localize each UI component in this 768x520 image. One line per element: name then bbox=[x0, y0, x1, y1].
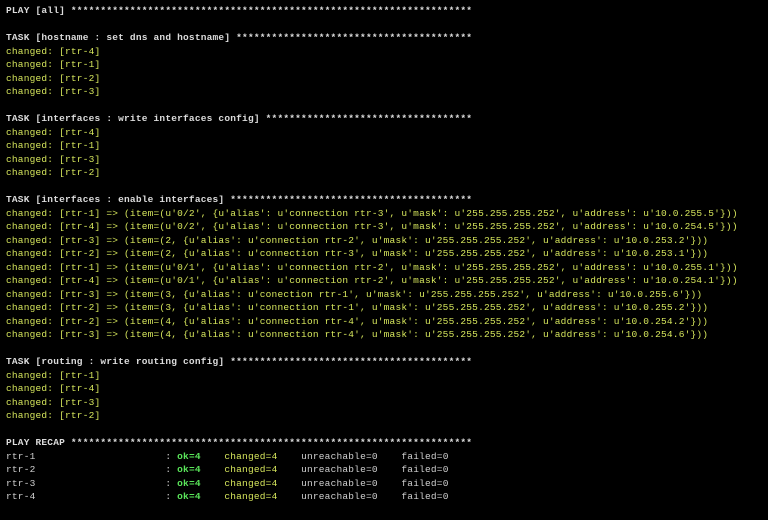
recap-host: rtr-2 bbox=[6, 464, 36, 475]
task-line: changed: [rtr-2] bbox=[6, 167, 100, 178]
recap-unreachable: unreachable=0 bbox=[301, 451, 378, 462]
recap-row: rtr-1 : ok=4 changed=4 unreachable=0 fai… bbox=[6, 451, 449, 462]
recap-failed: failed=0 bbox=[401, 464, 448, 475]
recap-failed: failed=0 bbox=[401, 478, 448, 489]
task-line: changed: [rtr-3] bbox=[6, 154, 100, 165]
task-line: changed: [rtr-4] bbox=[6, 46, 100, 57]
recap-changed: changed=4 bbox=[224, 451, 277, 462]
task-line: changed: [rtr-4] bbox=[6, 127, 100, 138]
recap-host: rtr-4 bbox=[6, 491, 36, 502]
task-line: changed: [rtr-1] bbox=[6, 370, 100, 381]
task-line: changed: [rtr-2] => (item=(4, {u'alias':… bbox=[6, 316, 708, 327]
recap-ok: ok=4 bbox=[177, 491, 201, 502]
task-line: changed: [rtr-2] => (item=(3, {u'alias':… bbox=[6, 302, 708, 313]
play-header: PLAY [all] *****************************… bbox=[6, 5, 472, 16]
recap-unreachable: unreachable=0 bbox=[301, 464, 378, 475]
task-line: changed: [rtr-3] => (item=(2, {u'alias':… bbox=[6, 235, 708, 246]
task-line: changed: [rtr-1] => (item=(u'0/1', {u'al… bbox=[6, 262, 738, 273]
task-header: TASK [interfaces : enable interfaces] **… bbox=[6, 194, 472, 205]
recap-unreachable: unreachable=0 bbox=[301, 491, 378, 502]
task-line: changed: [rtr-3] bbox=[6, 86, 100, 97]
task-header: TASK [routing : write routing config] **… bbox=[6, 356, 472, 367]
task-line: changed: [rtr-2] bbox=[6, 73, 100, 84]
recap-failed: failed=0 bbox=[401, 451, 448, 462]
task-line: changed: [rtr-4] => (item=(u'0/2', {u'al… bbox=[6, 221, 738, 232]
recap-row: rtr-3 : ok=4 changed=4 unreachable=0 fai… bbox=[6, 478, 449, 489]
recap-ok: ok=4 bbox=[177, 464, 201, 475]
task-line: changed: [rtr-2] bbox=[6, 410, 100, 421]
recap-failed: failed=0 bbox=[401, 491, 448, 502]
task-line: changed: [rtr-3] => (item=(3, {u'alias':… bbox=[6, 289, 702, 300]
task-line: changed: [rtr-2] => (item=(2, {u'alias':… bbox=[6, 248, 708, 259]
task-line: changed: [rtr-3] => (item=(4, {u'alias':… bbox=[6, 329, 708, 340]
task-line: changed: [rtr-3] bbox=[6, 397, 100, 408]
terminal-output: PLAY [all] *****************************… bbox=[0, 0, 768, 508]
task-header: TASK [hostname : set dns and hostname] *… bbox=[6, 32, 472, 43]
recap-changed: changed=4 bbox=[224, 478, 277, 489]
task-line: changed: [rtr-1] => (item=(u'0/2', {u'al… bbox=[6, 208, 738, 219]
recap-host: rtr-1 bbox=[6, 451, 36, 462]
recap-host: rtr-3 bbox=[6, 478, 36, 489]
recap-header: PLAY RECAP *****************************… bbox=[6, 437, 472, 448]
recap-ok: ok=4 bbox=[177, 478, 201, 489]
task-header: TASK [interfaces : write interfaces conf… bbox=[6, 113, 472, 124]
task-line: changed: [rtr-4] => (item=(u'0/1', {u'al… bbox=[6, 275, 738, 286]
task-line: changed: [rtr-1] bbox=[6, 140, 100, 151]
task-line: changed: [rtr-1] bbox=[6, 59, 100, 70]
recap-changed: changed=4 bbox=[224, 491, 277, 502]
recap-changed: changed=4 bbox=[224, 464, 277, 475]
recap-ok: ok=4 bbox=[177, 451, 201, 462]
recap-row: rtr-4 : ok=4 changed=4 unreachable=0 fai… bbox=[6, 491, 449, 502]
task-line: changed: [rtr-4] bbox=[6, 383, 100, 394]
recap-row: rtr-2 : ok=4 changed=4 unreachable=0 fai… bbox=[6, 464, 449, 475]
recap-unreachable: unreachable=0 bbox=[301, 478, 378, 489]
